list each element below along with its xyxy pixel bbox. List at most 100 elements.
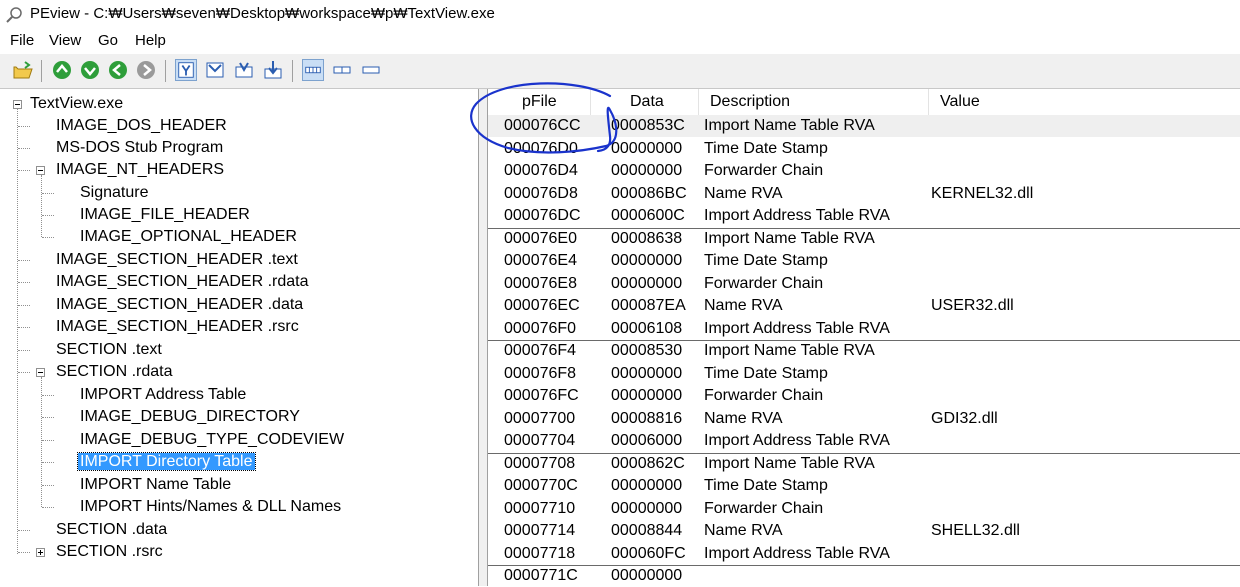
- tree-label-root: TextView.exe: [30, 95, 124, 112]
- column-header-data[interactable]: Data: [630, 89, 664, 115]
- forward-icon[interactable]: [135, 59, 157, 81]
- collapse-icon[interactable]: [36, 368, 45, 377]
- view-import-icon[interactable]: [233, 59, 255, 81]
- table-row[interactable]: 000076F8 00000000 Time Date Stamp: [488, 363, 1240, 385]
- collapse-icon[interactable]: [13, 100, 22, 109]
- table-row[interactable]: 000076D4 00000000 Forwarder Chain: [488, 160, 1240, 182]
- menu-view[interactable]: View: [47, 32, 83, 49]
- cell-pfile: 000076D8: [504, 184, 578, 202]
- cell-pfile: 000076E8: [504, 274, 577, 292]
- group-separator: [488, 340, 1240, 341]
- table-row[interactable]: 000076DC 0000600C Import Address Table RVA: [488, 205, 1240, 227]
- cell-description: Forwarder Chain: [704, 274, 824, 292]
- cell-pfile: 00007708: [504, 454, 576, 472]
- cell-description: Import Name Table RVA: [704, 229, 875, 247]
- open-icon[interactable]: [12, 59, 34, 81]
- tree-item-debug-directory[interactable]: IMAGE_DEBUG_DIRECTORY: [78, 406, 302, 428]
- table-row[interactable]: 000076E0 00008638 Import Name Table RVA: [488, 228, 1240, 250]
- tree-item-section-header-text[interactable]: IMAGE_SECTION_HEADER .text: [54, 249, 300, 271]
- tree-item-section-rdata[interactable]: SECTION .rdata: [54, 361, 174, 383]
- table-row[interactable]: 00007700 00008816 Name RVA GDI32.dll: [488, 408, 1240, 430]
- table-row[interactable]: 000076D8 000086BC Name RVA KERNEL32.dll: [488, 183, 1240, 205]
- tree-item-optional-header[interactable]: IMAGE_OPTIONAL_HEADER: [78, 226, 299, 248]
- detail-list[interactable]: pFile Data Description Value 000076CC 000…: [488, 89, 1240, 586]
- cell-data: 00000000: [611, 364, 683, 382]
- tree-item-dos-stub[interactable]: MS-DOS Stub Program: [54, 137, 225, 159]
- selected-tree-label: IMPORT Directory Table: [77, 452, 256, 471]
- expand-icon[interactable]: [36, 548, 45, 557]
- view-dword-icon[interactable]: [360, 59, 382, 81]
- cell-pfile: 000076F8: [504, 364, 577, 382]
- tree-item-section-header-rsrc[interactable]: IMAGE_SECTION_HEADER .rsrc: [54, 316, 301, 338]
- cell-data: 00006108: [611, 319, 683, 337]
- cell-data: 00000000: [611, 139, 683, 157]
- tree-connector: [18, 552, 30, 553]
- tree-item-section-data[interactable]: SECTION .data: [54, 519, 169, 541]
- back-icon[interactable]: [107, 59, 129, 81]
- group-separator: [488, 227, 1240, 229]
- cell-description: Time Date Stamp: [704, 252, 828, 269]
- menu-file[interactable]: File: [8, 32, 36, 49]
- table-row[interactable]: 00007710 00000000 Forwarder Chain: [488, 498, 1240, 520]
- cell-description: Import Name Table RVA: [704, 342, 875, 359]
- tree-item-section-header-rdata[interactable]: IMAGE_SECTION_HEADER .rdata: [54, 271, 311, 293]
- column-divider[interactable]: [590, 89, 591, 115]
- table-row[interactable]: 00007704 00006000 Import Address Table RVA: [488, 430, 1240, 452]
- column-header-description[interactable]: Description: [710, 89, 790, 115]
- table-row[interactable]: 00007718 000060FC Import Address Table RVA: [488, 543, 1240, 565]
- view-export-icon[interactable]: [262, 59, 284, 81]
- cell-value: SHELL32.dll: [931, 522, 1020, 539]
- tree-item-nt-headers[interactable]: IMAGE_NT_HEADERS: [54, 159, 226, 181]
- tree-item-file-header[interactable]: IMAGE_FILE_HEADER: [78, 204, 252, 226]
- cell-description: Name RVA: [704, 297, 783, 314]
- tree-view[interactable]: TextView.exe IMAGE_DOS_HEADER MS-DOS Stu…: [0, 89, 479, 586]
- pane-splitter[interactable]: [479, 89, 488, 586]
- column-divider[interactable]: [928, 89, 929, 115]
- cell-pfile: 000076EC: [504, 297, 580, 314]
- table-row[interactable]: 000076FC 00000000 Forwarder Chain: [488, 385, 1240, 407]
- view-header-icon[interactable]: [204, 59, 226, 81]
- collapse-icon[interactable]: [36, 166, 45, 175]
- cell-data: 00000000: [611, 499, 683, 517]
- tree-item-section-rsrc[interactable]: SECTION .rsrc: [54, 541, 165, 563]
- table-row[interactable]: 000076EC 000087EA Name RVA USER32.dll: [488, 295, 1240, 317]
- tree-item-import-address-table[interactable]: IMPORT Address Table: [78, 384, 248, 406]
- view-byte-icon[interactable]: [302, 59, 324, 81]
- tree-item-dos-header[interactable]: IMAGE_DOS_HEADER: [54, 115, 229, 137]
- cell-pfile: 000076DC: [504, 207, 581, 224]
- down-icon[interactable]: [79, 59, 101, 81]
- table-row[interactable]: 000076E4 00000000 Time Date Stamp: [488, 250, 1240, 272]
- table-row[interactable]: 000076E8 00000000 Forwarder Chain: [488, 273, 1240, 295]
- tree-item-import-directory-table[interactable]: IMPORT Directory Table: [77, 451, 256, 473]
- tree-item-signature[interactable]: Signature: [78, 182, 151, 204]
- column-header-value[interactable]: Value: [940, 89, 980, 115]
- tree-guide: [41, 377, 42, 507]
- cell-data: 00000000: [611, 477, 683, 494]
- menu-go[interactable]: Go: [96, 32, 120, 49]
- table-row[interactable]: 00007714 00008844 Name RVA SHELL32.dll: [488, 520, 1240, 542]
- table-row[interactable]: 000076F0 00006108 Import Address Table RVA: [488, 318, 1240, 340]
- table-row[interactable]: 00007708 0000862C Import Name Table RVA: [488, 453, 1240, 475]
- view-hex-icon[interactable]: [175, 59, 197, 81]
- tree-connector: [18, 530, 30, 531]
- table-row[interactable]: 000076CC 0000853C Import Name Table RVA: [488, 115, 1240, 137]
- up-icon[interactable]: [51, 59, 73, 81]
- tree-item-debug-codeview[interactable]: IMAGE_DEBUG_TYPE_CODEVIEW: [78, 429, 346, 451]
- view-word-icon[interactable]: [331, 59, 353, 81]
- tree-item-section-text[interactable]: SECTION .text: [54, 339, 164, 361]
- cell-data: 00000000: [611, 252, 683, 269]
- tree-item-import-hints-names[interactable]: IMPORT Hints/Names & DLL Names: [78, 496, 343, 518]
- table-row[interactable]: 000076F4 00008530 Import Name Table RVA: [488, 340, 1240, 362]
- cell-description: Name RVA: [704, 409, 783, 427]
- column-header-pfile[interactable]: pFile: [522, 89, 557, 115]
- cell-description: Import Name Table RVA: [704, 117, 875, 134]
- cell-data: 00006000: [611, 432, 683, 449]
- tree-item-section-header-data[interactable]: IMAGE_SECTION_HEADER .data: [54, 294, 305, 316]
- menu-help[interactable]: Help: [133, 32, 168, 49]
- table-row[interactable]: 0000771C 00000000: [488, 565, 1240, 587]
- table-row[interactable]: 0000770C 00000000 Time Date Stamp: [488, 475, 1240, 497]
- tree-item-import-name-table[interactable]: IMPORT Name Table: [78, 474, 233, 496]
- cell-description: Forwarder Chain: [704, 499, 824, 517]
- column-divider[interactable]: [698, 89, 699, 115]
- table-row[interactable]: 000076D0 00000000 Time Date Stamp: [488, 138, 1240, 160]
